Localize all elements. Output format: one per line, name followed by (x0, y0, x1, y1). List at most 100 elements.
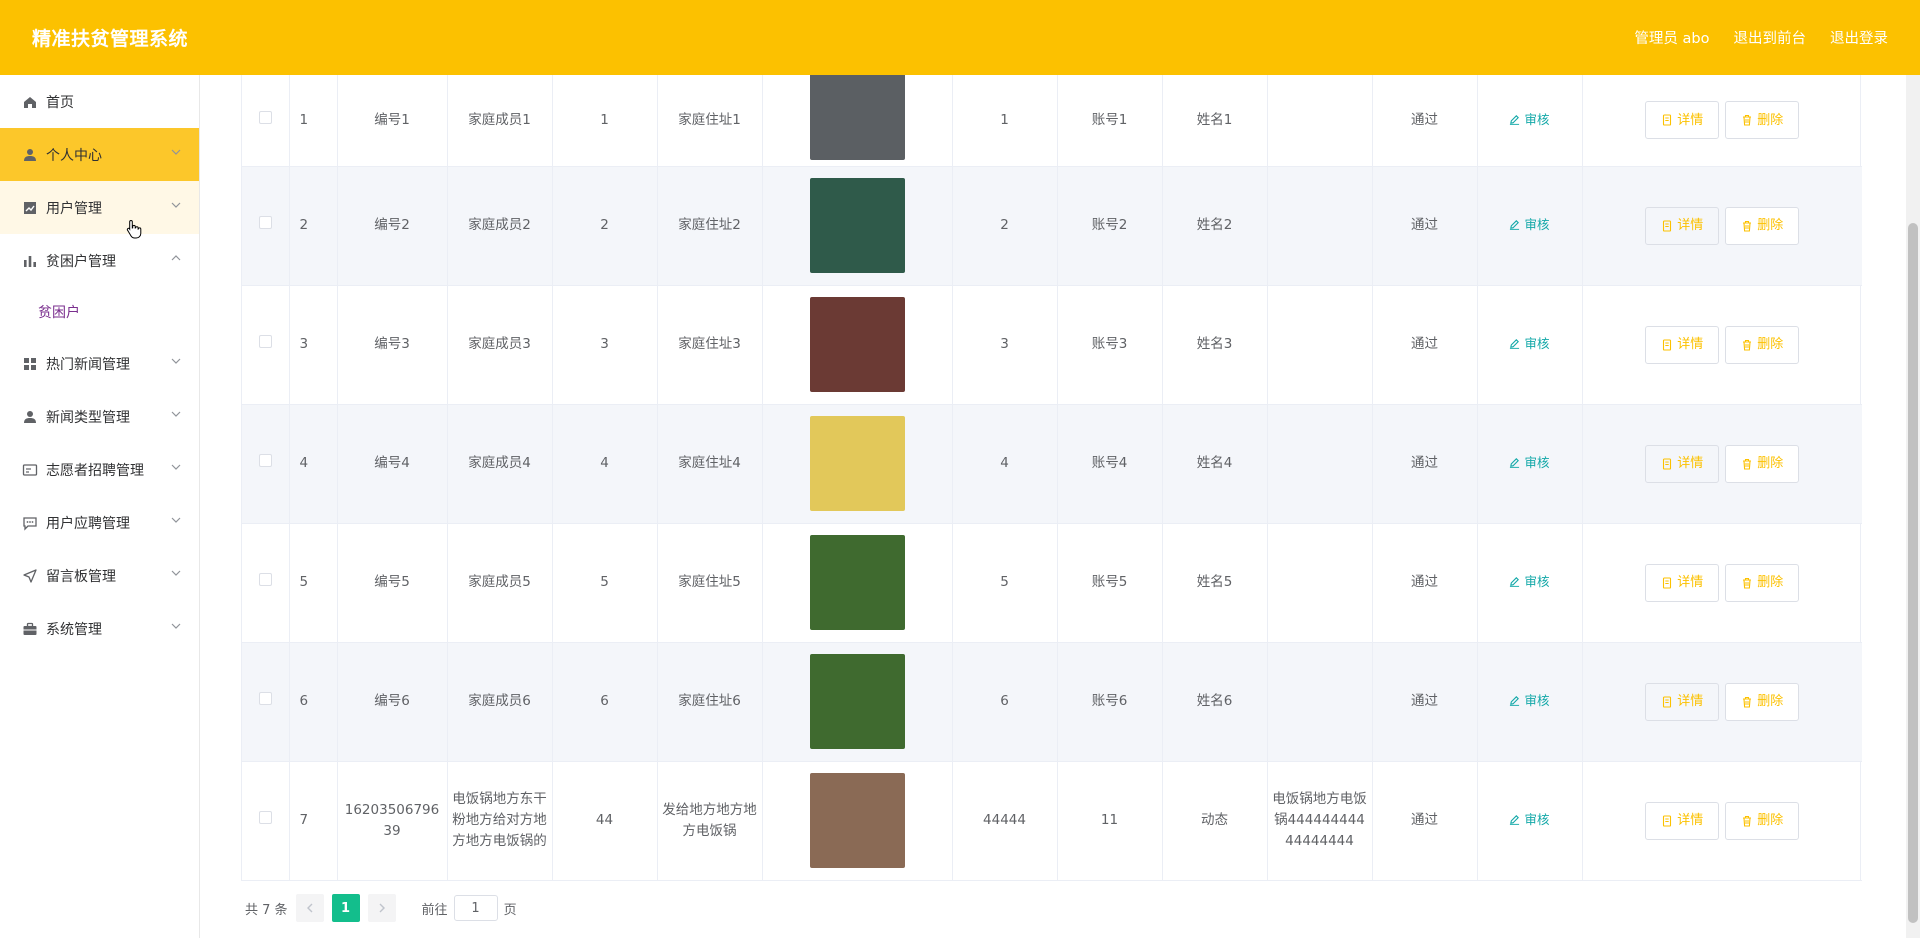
row-checkbox[interactable] (258, 692, 272, 705)
cell-income: 6 (952, 642, 1058, 762)
cell-audit: 审核 (1477, 642, 1583, 762)
sidebar-item-label: 贫困户管理 (46, 253, 116, 270)
household-photo[interactable] (809, 64, 905, 160)
detail-button[interactable]: 详情 (1645, 682, 1720, 721)
detail-button[interactable]: 详情 (1645, 801, 1720, 840)
cell-address: 发给地方地方地方电饭锅 (657, 761, 763, 881)
next-page-button[interactable] (367, 894, 396, 922)
household-photo[interactable] (809, 178, 905, 273)
cell-status: 通过 (1372, 166, 1478, 286)
document-icon (1663, 695, 1672, 708)
sidebar-item-0[interactable]: 首页 (0, 75, 199, 128)
delete-label: 删除 (1757, 694, 1784, 709)
page-unit-label: 页 (503, 902, 517, 918)
vertical-scrollbar[interactable] (1906, 75, 1920, 938)
delete-button[interactable]: 删除 (1725, 325, 1800, 364)
cell-actions: 详情 删除 (1582, 761, 1862, 881)
sidebar-item-6[interactable]: 志愿者招聘管理 (0, 443, 199, 496)
page-number-button[interactable]: 1 (331, 894, 360, 922)
audit-link[interactable]: 审核 (1509, 333, 1550, 354)
submenu-item-poor-households[interactable]: 贫困户 (0, 287, 199, 337)
row-index: 5 (289, 523, 338, 643)
sidebar-item-5[interactable]: 新闻类型管理 (0, 390, 199, 443)
cell-audit: 审核 (1477, 404, 1583, 524)
delete-button[interactable]: 删除 (1725, 444, 1800, 483)
cell-status: 通过 (1372, 285, 1478, 405)
audit-link[interactable]: 审核 (1509, 109, 1550, 130)
sidebar-item-1[interactable]: 个人中心 (0, 128, 199, 181)
sidebar-item-label: 用户管理 (46, 200, 102, 217)
row-checkbox[interactable] (258, 454, 272, 467)
sidebar-item-7[interactable]: 用户应聘管理 (0, 496, 199, 549)
sidebar-item-label: 新闻类型管理 (46, 409, 130, 426)
audit-link[interactable]: 审核 (1509, 690, 1550, 711)
goto-label: 前往 (421, 902, 448, 918)
delete-button[interactable]: 删除 (1725, 682, 1800, 721)
detail-button[interactable]: 详情 (1645, 325, 1720, 364)
scrollbar-thumb[interactable] (1908, 223, 1918, 923)
admin-label[interactable]: 管理员 abo (1634, 27, 1709, 48)
detail-button[interactable]: 详情 (1645, 444, 1720, 483)
pagination: 共 7 条 1 前往 页 (245, 893, 517, 923)
prev-page-button[interactable] (295, 894, 324, 922)
detail-button[interactable]: 详情 (1645, 206, 1720, 245)
page-jump-input[interactable] (453, 895, 498, 921)
sidebar-item-2[interactable]: 用户管理 (0, 181, 199, 234)
cell-code: 编号6 (337, 642, 448, 762)
detail-button[interactable]: 详情 (1645, 101, 1720, 140)
audit-link[interactable]: 审核 (1509, 571, 1550, 592)
audit-link[interactable]: 审核 (1509, 452, 1550, 473)
table-row: 6 编号6 家庭成员6 6 家庭住址6 6 账号6 姓名6 通过 审核 详情 删除 (242, 642, 1862, 762)
sidebar-item-3[interactable]: 贫困户管理 (0, 234, 199, 287)
row-checkbox-cell (242, 761, 290, 881)
detail-button[interactable]: 详情 (1645, 563, 1720, 602)
card-icon (22, 462, 38, 478)
row-index: 6 (289, 642, 338, 762)
edit-icon (1510, 815, 1520, 825)
trash-icon (1743, 115, 1752, 126)
delete-button[interactable]: 删除 (1725, 101, 1800, 140)
cell-account: 账号3 (1057, 285, 1163, 405)
document-icon (1663, 814, 1672, 827)
logout-link[interactable]: 退出登录 (1830, 27, 1888, 48)
row-checkbox[interactable] (258, 110, 272, 124)
cell-name: 姓名5 (1162, 523, 1268, 643)
household-photo[interactable] (809, 773, 905, 868)
audit-link[interactable]: 审核 (1509, 809, 1550, 830)
row-checkbox[interactable] (258, 573, 272, 586)
sidebar-item-label: 志愿者招聘管理 (46, 462, 144, 479)
row-checkbox-cell (242, 75, 290, 167)
row-checkbox-cell (242, 523, 290, 643)
delete-button[interactable]: 删除 (1725, 206, 1800, 245)
household-photo[interactable] (809, 297, 905, 392)
cell-income: 2 (952, 166, 1058, 286)
top-header: 精准扶贫管理系统 管理员 abo 退出到前台 退出登录 (0, 0, 1920, 75)
cell-account: 账号5 (1057, 523, 1163, 643)
row-checkbox[interactable] (258, 811, 272, 824)
document-icon (1663, 576, 1672, 589)
household-photo[interactable] (809, 654, 905, 749)
audit-link[interactable]: 审核 (1509, 214, 1550, 235)
sidebar-item-4[interactable]: 热门新闻管理 (0, 337, 199, 390)
delete-button[interactable]: 删除 (1725, 563, 1800, 602)
row-index: 4 (289, 404, 338, 524)
household-photo[interactable] (809, 535, 905, 630)
user-icon (22, 147, 38, 163)
cell-actions: 详情 删除 (1582, 75, 1862, 167)
cell-name: 姓名1 (1162, 75, 1268, 167)
hand-cursor-icon (126, 219, 142, 239)
cell-name: 姓名4 (1162, 404, 1268, 524)
sidebar-item-8[interactable]: 留言板管理 (0, 549, 199, 602)
sidebar-item-9[interactable]: 系统管理 (0, 602, 199, 655)
row-checkbox[interactable] (258, 335, 272, 348)
user-icon (22, 409, 38, 425)
main-content: 1 编号1 家庭成员1 1 家庭住址1 1 账号1 姓名1 通过 审核 详情 删除 2 编号2 家庭成员2 2… (200, 64, 1920, 938)
delete-button[interactable]: 删除 (1725, 801, 1800, 840)
household-photo[interactable] (809, 416, 905, 511)
cell-remark (1267, 404, 1373, 524)
cell-actions: 详情 删除 (1582, 404, 1862, 524)
table-row: 5 编号5 家庭成员5 5 家庭住址5 5 账号5 姓名5 通过 审核 详情 删除 (242, 523, 1862, 643)
exit-to-front-link[interactable]: 退出到前台 (1734, 27, 1807, 48)
delete-label: 删除 (1757, 813, 1784, 828)
row-checkbox[interactable] (258, 216, 272, 229)
